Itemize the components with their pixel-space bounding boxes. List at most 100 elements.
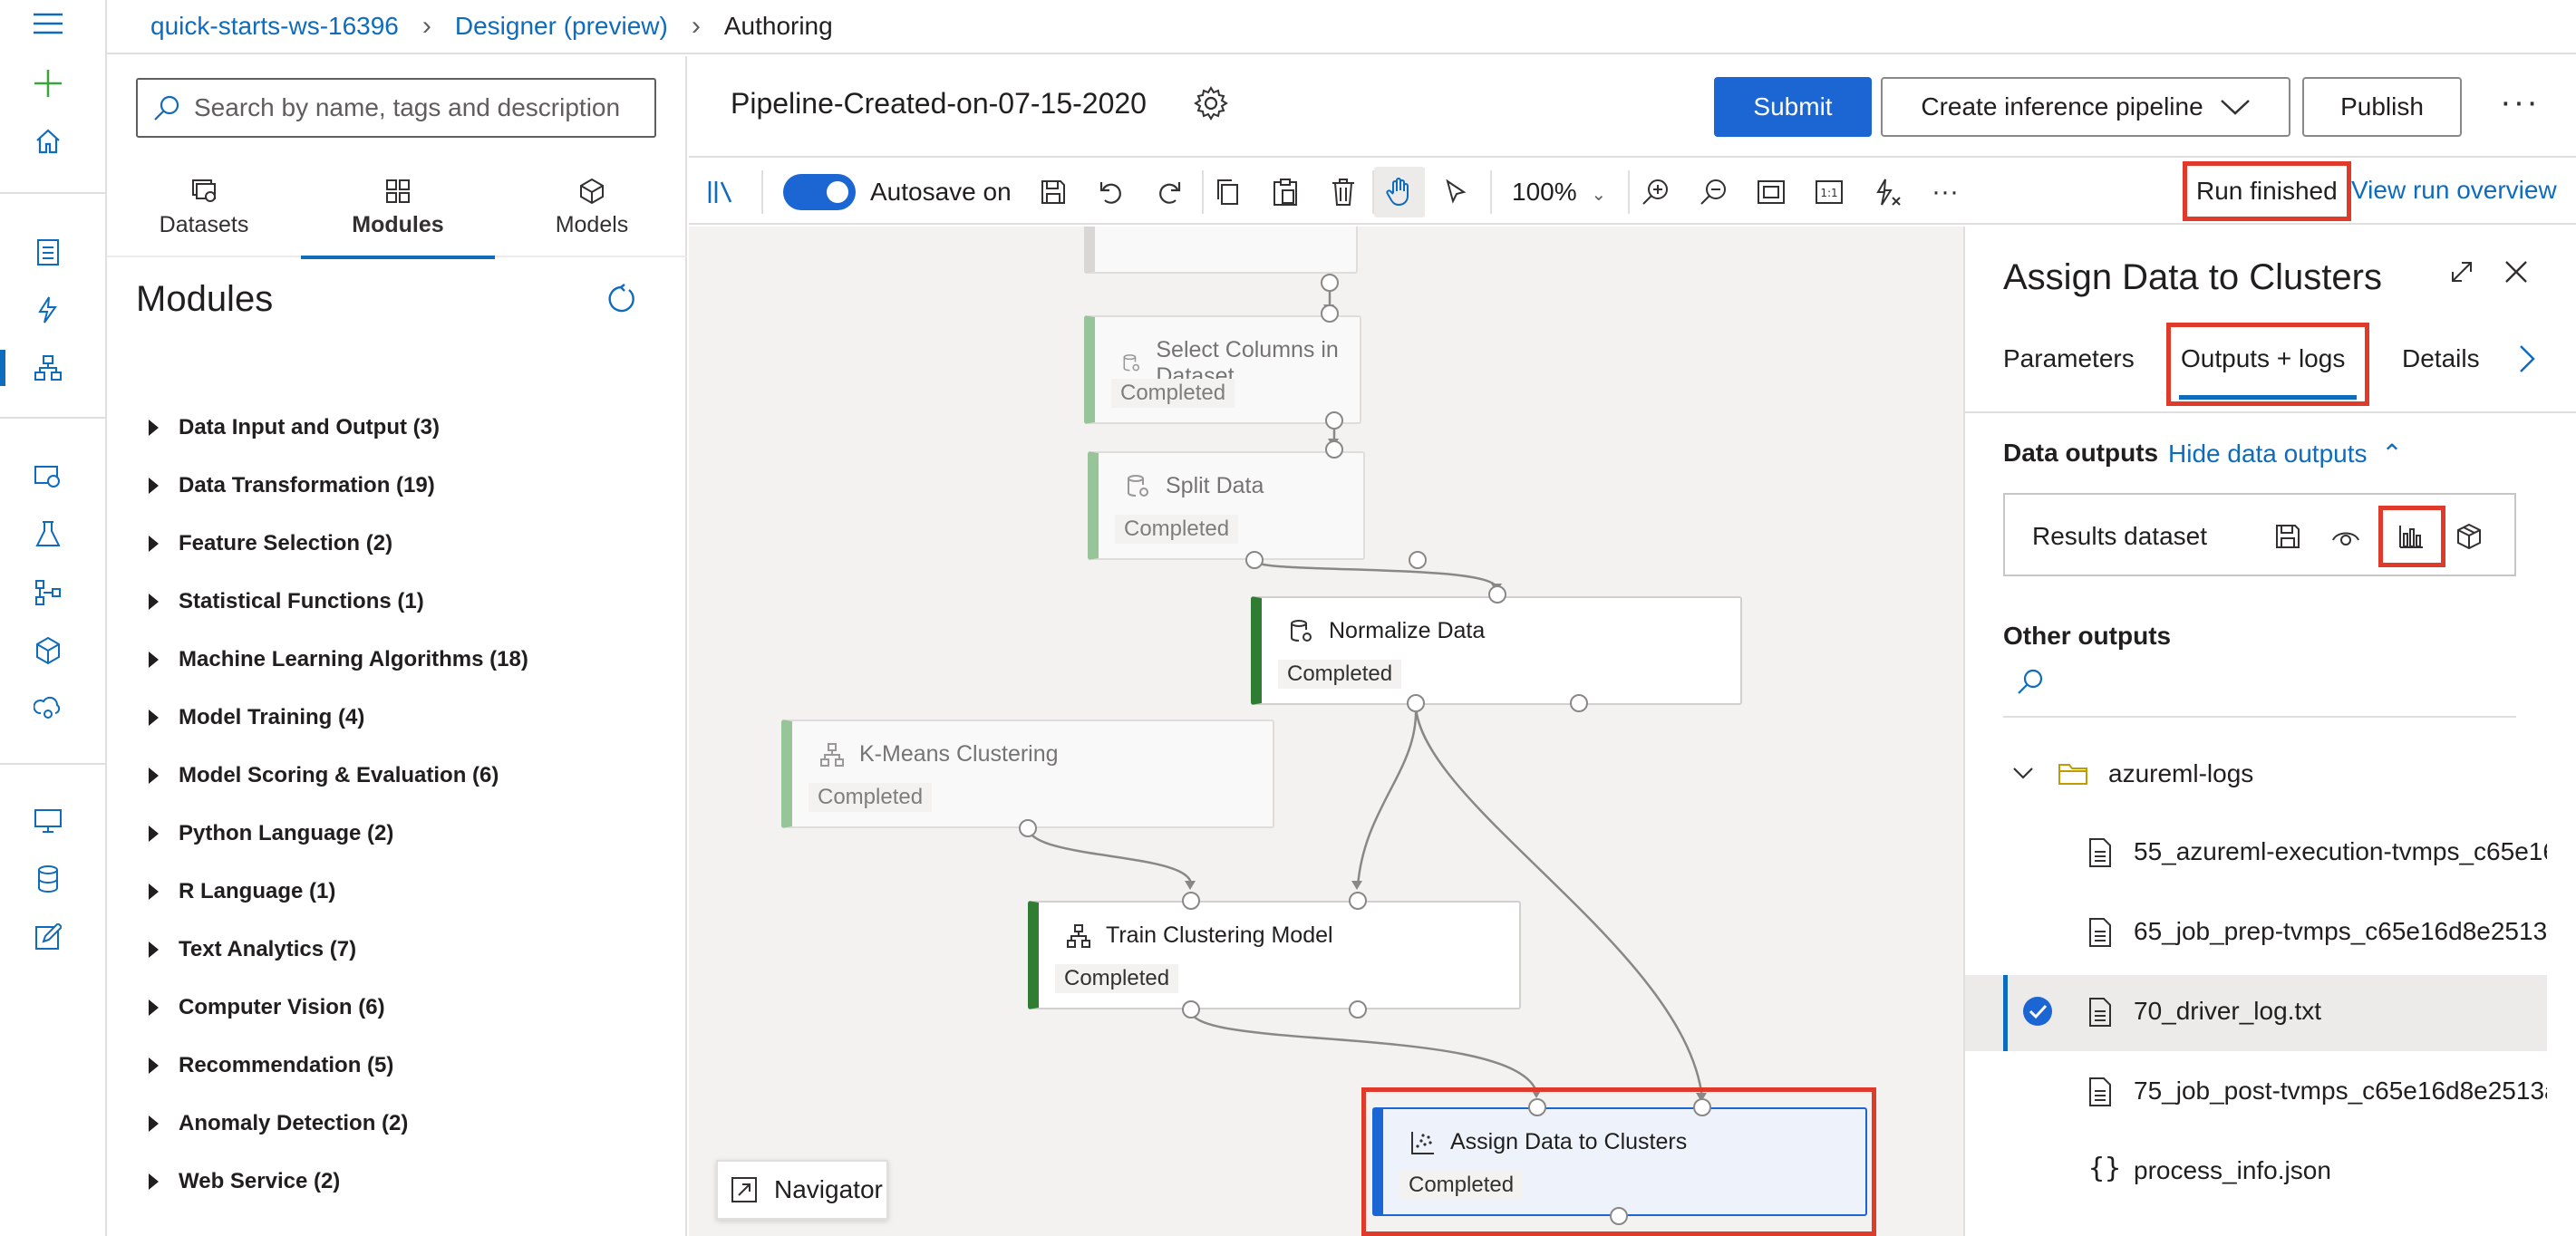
breadcrumb-workspace-link[interactable]: quick-starts-ws-16396 [150, 12, 399, 41]
output-port[interactable] [1349, 1000, 1367, 1019]
pipeline-canvas[interactable]: Select Columns in Dataset Completed Spli… [689, 227, 1963, 1236]
copy-icon[interactable] [1209, 174, 1245, 210]
undo-icon[interactable] [1093, 174, 1129, 210]
register-dataset-icon[interactable] [2453, 520, 2485, 553]
output-port[interactable] [1325, 411, 1343, 430]
module-category[interactable]: Model Scoring & Evaluation (6) [136, 763, 499, 788]
pipeline-settings-gear-icon[interactable] [1193, 85, 1229, 121]
hamburger-menu-icon[interactable] [30, 5, 66, 42]
experiments-flask-icon[interactable] [30, 517, 66, 553]
create-inference-pipeline-button[interactable]: Create inference pipeline [1881, 77, 2290, 137]
node-split-data[interactable]: Split Data Completed [1088, 451, 1365, 560]
submit-button[interactable]: Submit [1714, 77, 1872, 137]
log-file-row[interactable]: {} process_info.json [1965, 1135, 2547, 1211]
module-category[interactable]: Data Input and Output (3) [136, 415, 440, 440]
pipeline-name[interactable]: Pipeline-Created-on-07-15-2020 [731, 87, 1147, 121]
input-port[interactable] [1488, 585, 1506, 604]
autosave-toggle[interactable] [783, 174, 856, 210]
paste-icon[interactable] [1267, 174, 1303, 210]
output-port[interactable] [1019, 819, 1037, 837]
tab-parameters[interactable]: Parameters [2003, 344, 2135, 373]
zoom-in-icon[interactable] [1637, 174, 1673, 210]
node-title: Train Clustering Model [1106, 922, 1333, 948]
output-port[interactable] [1570, 694, 1588, 712]
save-icon[interactable] [1035, 174, 1071, 210]
output-port[interactable] [1182, 1000, 1200, 1019]
module-category[interactable]: Recommendation (5) [136, 1053, 393, 1078]
navigator-button[interactable]: Navigator [716, 1160, 888, 1220]
notebooks-icon[interactable] [30, 234, 66, 270]
module-category[interactable]: R Language (1) [136, 879, 335, 904]
view-run-overview-link[interactable]: View run overview [2351, 176, 2557, 205]
node-kmeans-clustering[interactable]: K-Means Clustering Completed [781, 719, 1274, 828]
close-icon[interactable] [2503, 259, 2529, 285]
chevron-right-icon[interactable] [2518, 344, 2536, 373]
save-icon[interactable] [2271, 520, 2304, 553]
output-port[interactable] [1321, 274, 1339, 292]
compute-icon[interactable] [30, 803, 66, 839]
module-details-panel: Assign Data to Clusters Parameters Outpu… [1963, 227, 2576, 1236]
module-category[interactable]: Anomaly Detection (2) [136, 1111, 408, 1136]
tab-models[interactable]: Models [495, 158, 689, 257]
output-port[interactable] [1245, 551, 1264, 569]
select-pointer-icon[interactable] [1438, 174, 1474, 210]
breadcrumb-designer-link[interactable]: Designer (preview) [455, 12, 668, 41]
hide-data-outputs-link[interactable]: Hide data outputs ⌃ [2168, 439, 2403, 468]
log-file-row[interactable]: 65_job_prep-tvmps_c65e16d8e2513a [1965, 895, 2547, 971]
input-port[interactable] [1349, 892, 1367, 910]
node-select-columns[interactable]: Select Columns in Dataset Completed [1084, 315, 1361, 424]
expand-icon[interactable] [2449, 259, 2474, 285]
home-icon[interactable] [30, 123, 66, 159]
node-train-clustering-model[interactable]: Train Clustering Model Completed [1028, 901, 1521, 1009]
input-port[interactable] [1182, 892, 1200, 910]
module-category[interactable]: Computer Vision (6) [136, 995, 385, 1020]
log-file-row[interactable]: 55_azureml-execution-tvmps_c65e16 [1965, 816, 2547, 892]
zoom-level-dropdown[interactable]: 100% ⌄ [1512, 178, 1606, 207]
actual-size-icon[interactable]: 1:1 [1811, 174, 1847, 210]
publish-button[interactable]: Publish [2302, 77, 2462, 137]
endpoints-icon[interactable] [30, 690, 66, 727]
data-labeling-icon[interactable] [30, 919, 66, 955]
more-options-icon[interactable]: ··· [2500, 83, 2540, 122]
tab-datasets[interactable]: Datasets [107, 158, 301, 257]
search-placeholder: Search by name, tags and description [194, 93, 621, 121]
module-category[interactable]: Feature Selection (2) [136, 531, 392, 556]
folder-row[interactable]: azureml-logs [1965, 738, 2547, 814]
module-search-input[interactable]: Search by name, tags and description [136, 78, 656, 138]
tab-modules[interactable]: Modules [301, 158, 495, 259]
input-port[interactable] [1321, 304, 1339, 323]
designer-icon[interactable] [0, 350, 66, 386]
tab-details[interactable]: Details [2402, 344, 2480, 373]
preview-eye-icon[interactable] [2329, 520, 2362, 553]
automl-lightning-icon[interactable] [30, 292, 66, 328]
module-category[interactable]: Machine Learning Algorithms (18) [136, 647, 528, 672]
pan-hand-icon[interactable] [1374, 167, 1425, 217]
refresh-icon[interactable] [605, 283, 638, 315]
models-icon[interactable] [30, 632, 66, 669]
pipeline-node-partial[interactable] [1084, 227, 1358, 274]
auto-layout-icon[interactable] [1869, 174, 1905, 210]
module-category[interactable]: Text Analytics (7) [136, 937, 356, 962]
datasets-icon[interactable] [30, 459, 66, 495]
redo-icon[interactable] [1151, 174, 1187, 210]
zoom-out-icon[interactable] [1695, 174, 1731, 210]
input-port[interactable] [1325, 440, 1343, 459]
search-icon[interactable] [2016, 667, 2045, 696]
module-category[interactable]: Python Language (2) [136, 821, 393, 846]
module-category[interactable]: Data Transformation (19) [136, 473, 435, 498]
module-category[interactable]: Statistical Functions (1) [136, 589, 424, 614]
log-file-row[interactable]: 75_job_post-tvmps_c65e16d8e2513a [1965, 1055, 2547, 1131]
node-normalize-data[interactable]: Normalize Data Completed [1251, 596, 1742, 705]
library-toggle-icon[interactable] [703, 174, 740, 210]
pipelines-icon[interactable] [30, 575, 66, 611]
datastores-icon[interactable] [30, 861, 66, 897]
module-category[interactable]: Model Training (4) [136, 705, 364, 730]
more-options-icon[interactable]: ··· [1927, 174, 1963, 210]
module-category[interactable]: Web Service (2) [136, 1169, 340, 1194]
output-port[interactable] [1407, 694, 1425, 712]
log-file-row[interactable]: 70_driver_log.txt [1965, 975, 2547, 1051]
fit-to-screen-icon[interactable] [1753, 174, 1789, 210]
new-plus-icon[interactable] [30, 65, 66, 101]
output-port[interactable] [1409, 551, 1427, 569]
delete-icon[interactable] [1325, 174, 1361, 210]
